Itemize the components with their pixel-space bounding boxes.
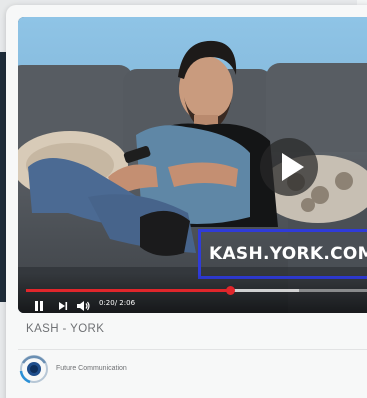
- play-icon: [282, 153, 304, 181]
- video-card[interactable]: KASH.YORK.COM.SA: [6, 5, 367, 398]
- channel-logo-icon[interactable]: [18, 353, 50, 385]
- video-player[interactable]: KASH.YORK.COM.SA: [18, 17, 367, 313]
- pause-icon[interactable]: [34, 300, 44, 312]
- page: KASH.YORK.COM.SA: [0, 0, 367, 398]
- skip-next-icon[interactable]: [58, 300, 68, 312]
- video-overlay-text: KASH.YORK.COM.SA: [209, 244, 367, 264]
- divider: [18, 349, 367, 350]
- time-display: 0:20/ 2:06: [99, 299, 136, 307]
- video-overlay-caption: KASH.YORK.COM.SA: [198, 229, 367, 279]
- play-button[interactable]: [260, 138, 318, 196]
- progress-played: [26, 289, 230, 292]
- video-title[interactable]: KASH - YORK: [26, 323, 104, 335]
- progress-bar[interactable]: [26, 286, 367, 295]
- progress-handle[interactable]: [225, 286, 235, 295]
- volume-icon[interactable]: [76, 300, 90, 312]
- channel-name[interactable]: Future Communication: [56, 365, 127, 372]
- video-controls: 0:20/ 2:06: [18, 273, 367, 313]
